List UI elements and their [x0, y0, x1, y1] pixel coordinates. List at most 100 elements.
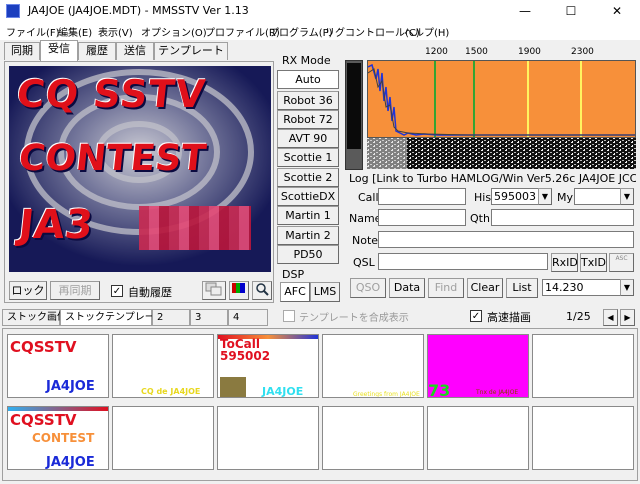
lms-button[interactable]: LMS: [310, 282, 340, 302]
tab-template[interactable]: テンプレート: [154, 42, 228, 60]
menu-option[interactable]: オプション(O): [141, 24, 207, 39]
tab-sync[interactable]: 同期: [4, 42, 40, 60]
his-label: His: [474, 191, 492, 204]
find-button[interactable]: Find: [428, 278, 464, 298]
menu-view[interactable]: 表示(V): [98, 24, 133, 39]
template-thumb-12[interactable]: [532, 406, 634, 470]
note-label: Note: [352, 234, 379, 247]
txid-button[interactable]: TxID: [580, 253, 607, 272]
thumb3-photo: [220, 377, 246, 397]
afc-button[interactable]: AFC: [280, 282, 310, 302]
title-bar: JA4JOE (JA4JOE.MDT) - MMSSTV Ver 1.13 — …: [0, 0, 640, 22]
thumb7-line3: JA4JOE: [46, 455, 95, 470]
my-dropdown-icon[interactable]: ▼: [620, 188, 634, 205]
mode-auto[interactable]: Auto: [277, 70, 339, 89]
tab-stock-images[interactable]: ストック画像: [2, 309, 67, 326]
resync-button[interactable]: 再同期: [50, 281, 100, 300]
log-label: Log [Link to Turbo HAMLOG/Win Ver5.26c J…: [349, 172, 636, 185]
note-input[interactable]: [378, 231, 634, 248]
list-button[interactable]: List: [506, 278, 538, 298]
mode-scottie1[interactable]: Scottie 1: [277, 148, 339, 167]
qsl-input[interactable]: [378, 253, 548, 270]
template-thumb-9[interactable]: [217, 406, 319, 470]
app-icon: [6, 4, 20, 18]
data-button[interactable]: Data: [389, 278, 425, 298]
mode-avt90[interactable]: AVT 90: [277, 129, 339, 148]
maximize-button[interactable]: ☐: [548, 0, 594, 22]
thumb1-line2: JA4JOE: [46, 379, 95, 394]
color-bar-button[interactable]: [229, 281, 249, 300]
lock-button[interactable]: ロック: [9, 281, 47, 300]
call-input[interactable]: [378, 188, 466, 205]
zoom-button[interactable]: [252, 281, 272, 300]
mode-scottiedx[interactable]: ScottieDX: [277, 187, 339, 206]
waterfall-display[interactable]: [367, 138, 636, 169]
qth-input[interactable]: [491, 209, 634, 226]
rx-image-line1: CQ SSTV: [14, 72, 209, 116]
tab-stock-template-2[interactable]: 2: [152, 309, 190, 326]
template-thumb-5[interactable]: 73 Tnx de JA4JOE: [427, 334, 529, 398]
tab-stock-template-1[interactable]: ストックテンプレート 1: [60, 309, 174, 326]
minimize-button[interactable]: —: [502, 0, 548, 22]
thumb5-small: Tnx de JA4JOE: [476, 389, 519, 396]
menu-program[interactable]: プログラム(P): [269, 24, 333, 39]
menu-edit[interactable]: 編集(E): [58, 24, 92, 39]
template-thumb-10[interactable]: [322, 406, 424, 470]
fast-draw-checkbox[interactable]: ✓: [470, 310, 482, 322]
template-thumb-6[interactable]: [532, 334, 634, 398]
redacted-block: [139, 206, 251, 250]
name-input[interactable]: [378, 209, 466, 226]
mode-scottie2[interactable]: Scottie 2: [277, 168, 339, 187]
his-input[interactable]: 595003: [491, 188, 543, 205]
copy-icon: [205, 282, 222, 296]
template-thumb-3[interactable]: ToCall 595002 JA4JOE: [217, 334, 319, 398]
asc-button[interactable]: ASC: [609, 253, 634, 272]
his-dropdown-icon[interactable]: ▼: [538, 188, 552, 205]
tab-history[interactable]: 履歴: [78, 42, 116, 60]
rxid-button[interactable]: RxID: [551, 253, 578, 272]
menu-bar: ファイル(F) 編集(E) 表示(V) オプション(O) プロファイル(R) プ…: [0, 22, 640, 40]
compose-checkbox[interactable]: [283, 310, 295, 322]
thumb4-text: Greetings from JA4JOE: [353, 391, 420, 398]
mode-martin1[interactable]: Martin 1: [277, 206, 339, 225]
tick-1500: 1500: [465, 47, 488, 57]
template-thumb-4[interactable]: Greetings from JA4JOE: [322, 334, 424, 398]
window-title: JA4JOE (JA4JOE.MDT) - MMSSTV Ver 1.13: [28, 4, 249, 17]
waterfall-graph: [367, 138, 636, 169]
colorbar-icon: [232, 283, 245, 293]
copy-image-button[interactable]: [202, 281, 226, 300]
frequency-dropdown-icon[interactable]: ▼: [620, 279, 634, 296]
thumb7-line1: CQSSTV: [10, 411, 77, 429]
thumb3-line3: JA4JOE: [262, 385, 304, 398]
tab-receive[interactable]: 受信: [40, 40, 78, 61]
template-thumb-2[interactable]: CQ de JA4JOE: [112, 334, 214, 398]
prev-page-button[interactable]: ◀: [603, 309, 618, 326]
clear-button[interactable]: Clear: [467, 278, 503, 298]
tab-stock-template-3[interactable]: 3: [190, 309, 228, 326]
close-button[interactable]: ✕: [594, 0, 640, 22]
template-thumb-11[interactable]: [427, 406, 529, 470]
dsp-label: DSP: [282, 268, 305, 281]
rx-mode-label: RX Mode: [282, 54, 331, 67]
tab-send[interactable]: 送信: [116, 42, 154, 60]
level-meter: [345, 60, 363, 170]
next-page-button[interactable]: ▶: [620, 309, 635, 326]
spectrum-display[interactable]: [367, 60, 636, 138]
mode-robot36[interactable]: Robot 36: [277, 91, 339, 110]
mode-pd50[interactable]: PD50: [277, 245, 339, 264]
mode-martin2[interactable]: Martin 2: [277, 226, 339, 245]
tab-stock-template-4[interactable]: 4: [228, 309, 268, 326]
template-thumb-8[interactable]: [112, 406, 214, 470]
qso-button[interactable]: QSO: [350, 278, 386, 298]
auto-history-checkbox[interactable]: ✓: [111, 285, 123, 297]
my-input[interactable]: [574, 188, 624, 205]
rx-image-line2: CONTEST: [16, 138, 208, 179]
template-thumb-7[interactable]: CQSSTV CONTEST JA4JOE: [7, 406, 109, 470]
page-indicator: 1/25: [566, 310, 591, 323]
menu-help[interactable]: ヘルプ(H): [404, 24, 449, 39]
mode-robot72[interactable]: Robot 72: [277, 110, 339, 129]
thumb7-line2: CONTEST: [32, 431, 95, 445]
template-thumb-1[interactable]: CQSSTV JA4JOE: [7, 334, 109, 398]
menu-file[interactable]: ファイル(F): [6, 24, 60, 39]
thumb1-line1: CQSSTV: [10, 338, 77, 356]
